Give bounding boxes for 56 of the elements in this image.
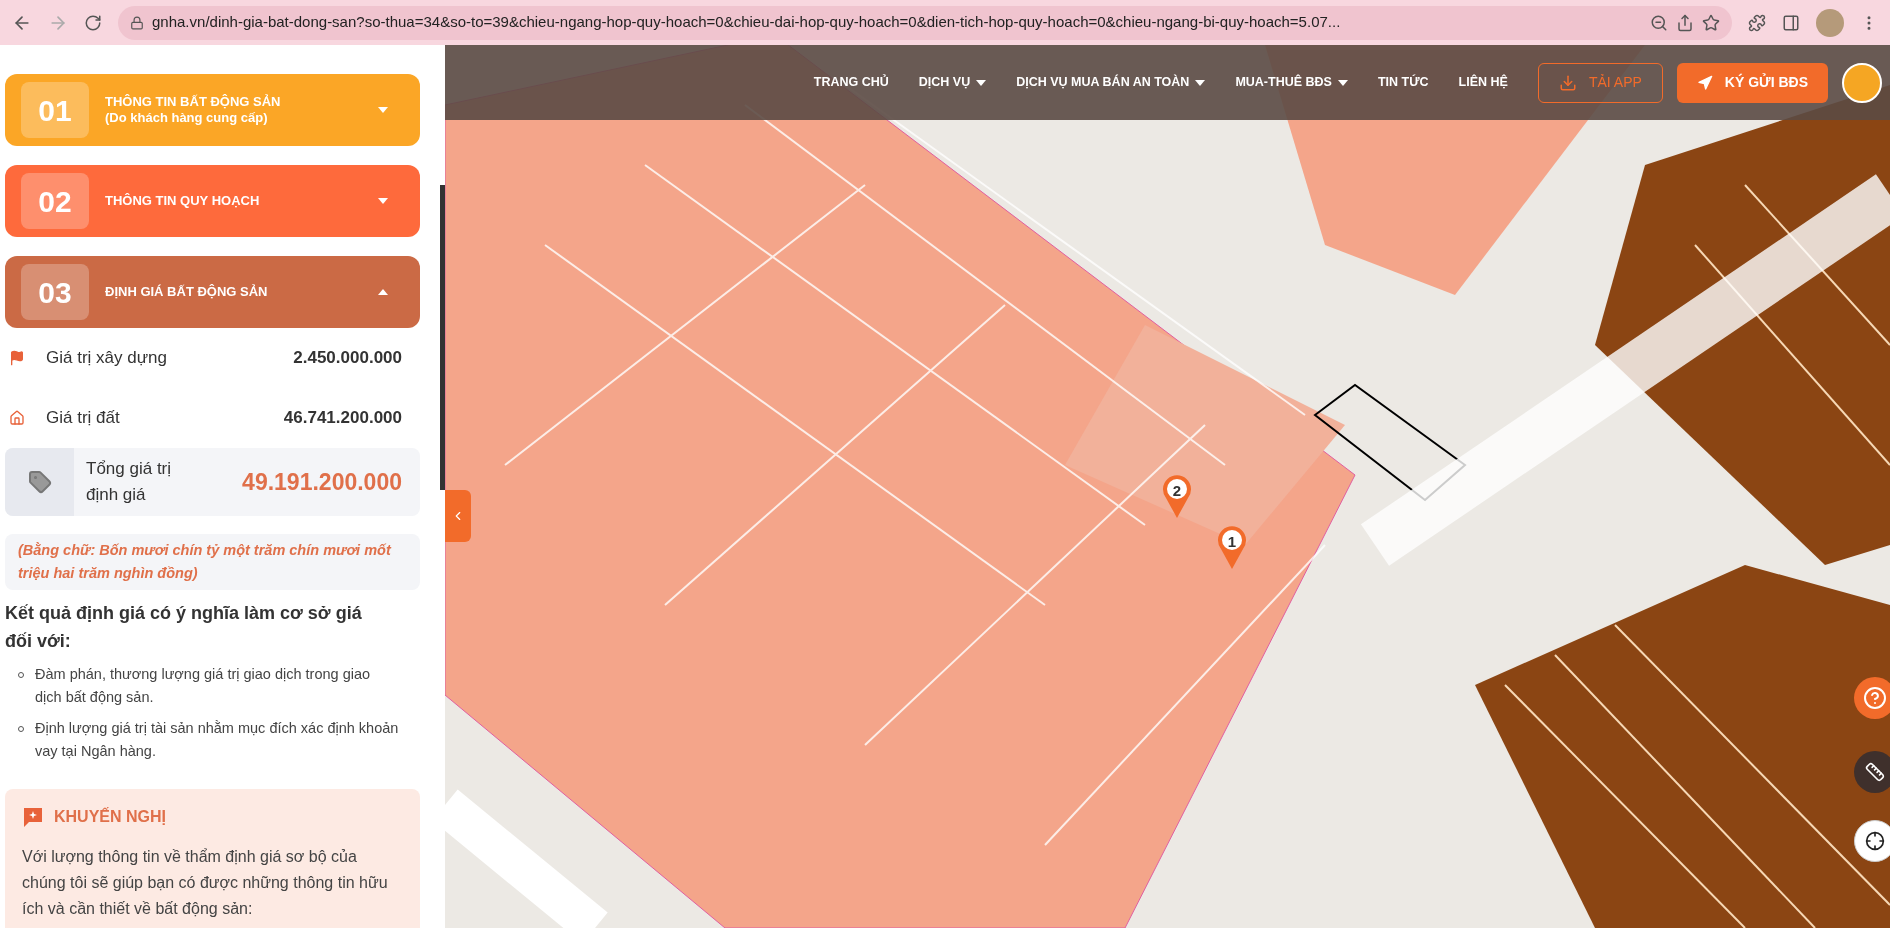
- nav-link[interactable]: DỊCH VỤ: [918, 73, 987, 92]
- total-label: Tổng giá trị định giá: [86, 458, 173, 506]
- step-number: 03: [21, 264, 89, 320]
- purpose-heading: Kết quả định giá có ý nghĩa làm cơ sở giá đối với:: [5, 602, 363, 653]
- caret-down-icon: [378, 198, 388, 204]
- section-title: THÔNG TIN BẤT ĐỘNG SẢN: [105, 94, 282, 110]
- locate-icon: [1865, 831, 1885, 851]
- star-icon[interactable]: [1702, 13, 1720, 32]
- value-amount: 2.450.000.000: [293, 347, 402, 370]
- value-label: Giá trị đất: [46, 407, 120, 430]
- caret-down-icon: [976, 79, 987, 86]
- send-icon: [1696, 74, 1713, 91]
- tag-icon: [27, 470, 52, 494]
- house-icon: [9, 410, 25, 426]
- reload-icon[interactable]: [84, 13, 102, 32]
- nav-link[interactable]: TRANG CHỦ: [813, 73, 889, 92]
- section-title: THÔNG TIN QUY HOẠCH: [105, 193, 261, 209]
- help-icon: [1863, 686, 1887, 710]
- lock-icon: [130, 15, 144, 30]
- nav-link[interactable]: TIN TỨC: [1377, 73, 1429, 92]
- user-avatar[interactable]: [1842, 62, 1882, 103]
- caret-down-icon: [1337, 79, 1348, 86]
- purpose-item: Định lượng giá trị tài sản nhằm mục đích xác định khoản vay tại Ngân hàng.: [35, 719, 400, 761]
- address-bar[interactable]: gnha.vn/dinh-gia-bat-dong-san?so-thua=34&so-to=39&chieu-ngang-hop-quy-hoach=0&chieu-dai-hop-quy-hoach=0&dien-tich-hop-quy-hoach=0&chieu-ngang-bi-quy-hoach=5.07...: [118, 5, 1732, 40]
- extensions-icon[interactable]: [1748, 13, 1766, 32]
- value-label: Giá trị xây dựng: [46, 347, 167, 370]
- caret-up-icon: [378, 289, 388, 295]
- nav-link[interactable]: MUA-THUÊ BĐS: [1235, 73, 1348, 92]
- map-pin[interactable]: 1: [1217, 525, 1247, 569]
- zoom-icon[interactable]: [1650, 13, 1668, 32]
- pin-number: 1: [1226, 532, 1238, 552]
- nav-link[interactable]: LIÊN HỆ: [1458, 73, 1508, 92]
- total-amount: 49.191.200.000: [242, 467, 402, 497]
- caret-down-icon: [378, 107, 388, 113]
- section-title: ĐỊNH GIÁ BẤT ĐỘNG SẢN: [105, 284, 269, 300]
- side-panel-icon[interactable]: [1782, 13, 1800, 32]
- value-amount: 46.741.200.000: [283, 407, 402, 430]
- nav-link[interactable]: DỊCH VỤ MUA BÁN AN TOÀN: [1016, 73, 1206, 92]
- step-number: 02: [21, 173, 89, 229]
- amount-in-words: (Bằng chữ: Bốn mươi chín tỷ một trăm chín mươi mốt triệu hai trăm nghìn đồng): [5, 534, 420, 590]
- recommendation-text: Với lượng thông tin về thẩm định giá sơ bộ của chúng tôi sẽ giúp bạn có được những thông tin hữu ích và cần thiết về bất động sản:: [22, 847, 389, 919]
- pin-number: 2: [1171, 481, 1183, 501]
- accordion-header[interactable]: 03 ĐỊNH GIÁ BẤT ĐỘNG SẢN: [5, 256, 420, 328]
- section-subtitle: (Do khách hàng cung cấp): [105, 110, 269, 126]
- map-pin[interactable]: 2: [1162, 474, 1192, 518]
- purpose-item: Đàm phán, thương lượng giá trị giao dịch trong giao dịch bất động sản.: [35, 665, 372, 707]
- recommendation-title: KHUYẾN NGHỊ: [54, 806, 166, 827]
- speech-bubble-icon: [22, 806, 44, 828]
- share-icon[interactable]: [1676, 13, 1694, 32]
- flag-icon: [9, 350, 25, 366]
- url-text: gnha.vn/dinh-gia-bat-dong-san?so-thua=34&so-to=39&chieu-ngang-hop-quy-hoach=0&chieu-dai-hop-quy-hoach=0&dien-tich-hop-quy-hoach=0&chieu-ngang-bi-quy-hoach=5.07...: [152, 12, 1342, 33]
- download-icon: [1558, 73, 1577, 92]
- ruler-icon: [1865, 762, 1885, 782]
- map-canvas[interactable]: 2 1 TRANG CHỦ DỊCH VỤ DỊCH VỤ MUA BÁN AN TOÀN MUA-THUÊ BĐS TIN TỨC LIÊN HỆ TẢI APP KÝ GỬI BĐS: [445, 45, 1890, 928]
- step-number: 01: [21, 82, 89, 138]
- caret-down-icon: [1195, 79, 1206, 86]
